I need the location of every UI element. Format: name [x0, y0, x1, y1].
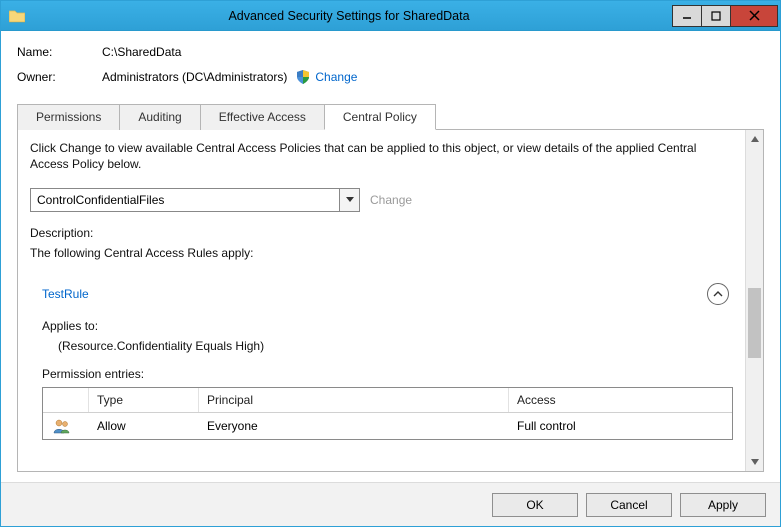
scroll-down-button[interactable]: [746, 453, 763, 471]
rule-name-link[interactable]: TestRule: [42, 287, 89, 301]
name-value: C:\SharedData: [102, 45, 181, 59]
scroll-track[interactable]: [746, 148, 763, 453]
apply-button[interactable]: Apply: [680, 493, 766, 517]
change-policy-disabled: Change: [370, 193, 412, 207]
scroll-up-button[interactable]: [746, 130, 763, 148]
scroll-thumb[interactable]: [748, 288, 761, 358]
permission-table-header: Type Principal Access: [43, 388, 732, 413]
minimize-button[interactable]: [672, 5, 702, 27]
applies-to-label: Applies to:: [42, 319, 733, 333]
rule-block: TestRule Applies to: (Resource.Confident…: [30, 278, 733, 440]
tab-effective-access[interactable]: Effective Access: [200, 104, 325, 130]
central-policy-panel: Click Change to view available Central A…: [18, 130, 745, 471]
rule-header: TestRule: [30, 279, 733, 309]
ok-button[interactable]: OK: [492, 493, 578, 517]
row-access: Full control: [509, 414, 732, 438]
row-principal: Everyone: [199, 414, 509, 438]
rules-intro-text: The following Central Access Rules apply…: [30, 246, 733, 260]
dialog-footer: OK Cancel Apply: [1, 482, 780, 526]
titlebar: Advanced Security Settings for SharedDat…: [1, 1, 780, 31]
applies-to-value: (Resource.Confidentiality Equals High): [58, 339, 733, 353]
policy-combobox[interactable]: ControlConfidentialFiles: [30, 188, 360, 212]
name-row: Name: C:\SharedData: [17, 45, 764, 59]
uac-shield-icon: [295, 69, 311, 85]
group-icon: [53, 418, 71, 434]
maximize-button[interactable]: [701, 5, 731, 27]
tab-auditing[interactable]: Auditing: [119, 104, 200, 130]
col-type-header[interactable]: Type: [89, 388, 199, 412]
window-controls: [673, 5, 778, 27]
tab-content-wrapper: Click Change to view available Central A…: [17, 130, 764, 472]
name-label: Name:: [17, 45, 102, 59]
policy-select-row: ControlConfidentialFiles Change: [30, 188, 733, 212]
permission-table: Type Principal Access: [42, 387, 733, 440]
owner-label: Owner:: [17, 70, 102, 84]
close-button[interactable]: [730, 5, 778, 27]
folder-icon: [9, 9, 25, 23]
change-owner-link[interactable]: Change: [315, 70, 357, 84]
tab-central-policy[interactable]: Central Policy: [324, 104, 436, 130]
permission-row[interactable]: Allow Everyone Full control: [43, 413, 732, 439]
col-icon-header[interactable]: [43, 388, 89, 412]
col-access-header[interactable]: Access: [509, 388, 732, 412]
owner-value: Administrators (DC\Administrators): [102, 70, 287, 84]
collapse-toggle[interactable]: [707, 283, 729, 305]
client-area: Name: C:\SharedData Owner: Administrator…: [1, 31, 780, 482]
window-title: Advanced Security Settings for SharedDat…: [25, 9, 673, 23]
description-label: Description:: [30, 226, 733, 240]
policy-selected-value: ControlConfidentialFiles: [31, 193, 339, 207]
col-principal-header[interactable]: Principal: [199, 388, 509, 412]
intro-text: Click Change to view available Central A…: [30, 140, 733, 172]
security-settings-window: Advanced Security Settings for SharedDat…: [0, 0, 781, 527]
tabstrip: Permissions Auditing Effective Access Ce…: [17, 103, 764, 130]
combobox-dropdown-button[interactable]: [339, 189, 359, 211]
vertical-scrollbar[interactable]: [745, 130, 763, 471]
cancel-button[interactable]: Cancel: [586, 493, 672, 517]
owner-row: Owner: Administrators (DC\Administrators…: [17, 69, 764, 85]
principal-icon: [43, 413, 89, 439]
row-type: Allow: [89, 414, 199, 438]
tab-permissions[interactable]: Permissions: [17, 104, 120, 130]
permission-entries-label: Permission entries:: [42, 367, 733, 381]
